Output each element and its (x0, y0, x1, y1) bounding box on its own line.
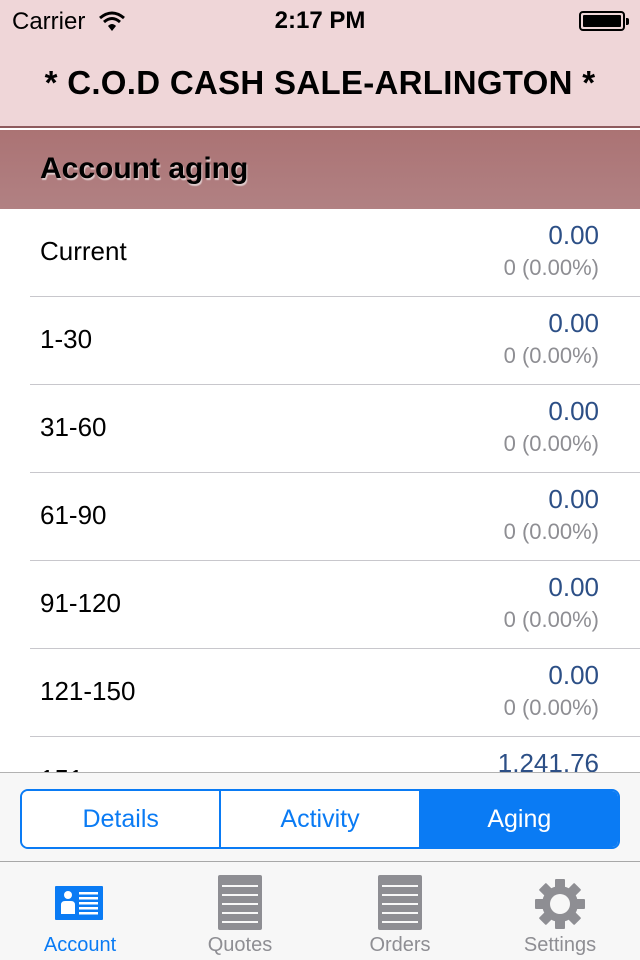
aging-row-1-30: 1-30 0.00 0 (0.00%) (0, 297, 640, 385)
tab-settings[interactable]: Settings (480, 862, 640, 960)
view-segmented-control[interactable]: Details Activity Aging (20, 789, 620, 849)
page-title: * C.O.D CASH SALE-ARLINGTON * (44, 64, 596, 101)
aging-row-151-plus: 151+ 1,241.76 (0, 737, 640, 772)
tab-bar: Account Quotes Orders Settings (0, 861, 640, 960)
bucket-amount: 0.00 (548, 220, 599, 250)
aging-row-31-60: 31-60 0.00 0 (0.00%) (0, 385, 640, 473)
tab-account[interactable]: Account (0, 862, 160, 960)
segment-toolbar: Details Activity Aging (0, 772, 640, 861)
section-title: Account aging (40, 152, 249, 185)
bucket-count: 0 (0.00%) (503, 695, 599, 720)
bucket-count: 0 (0.00%) (503, 431, 599, 456)
section-header: Account aging (0, 130, 640, 209)
bucket-label: 121-150 (40, 676, 136, 706)
notepad-icon (378, 875, 422, 930)
bucket-count: 0 (0.00%) (503, 343, 599, 368)
tab-label: Orders (369, 934, 431, 956)
bucket-amount: 0.00 (548, 572, 599, 602)
status-bar: Carrier 2:17 PM (0, 0, 640, 40)
bucket-count: 0 (0.00%) (503, 255, 599, 280)
bucket-label: 91-120 (40, 588, 121, 618)
notepad-icon (218, 875, 262, 930)
segment-details[interactable]: Details (22, 791, 222, 847)
tab-orders[interactable]: Orders (320, 862, 480, 960)
segment-activity[interactable]: Activity (221, 791, 421, 847)
bucket-count: 0 (0.00%) (503, 607, 599, 632)
bucket-amount: 0.00 (548, 308, 599, 338)
bucket-amount: 0.00 (548, 484, 599, 514)
bucket-label: 31-60 (40, 412, 107, 442)
aging-row-91-120: 91-120 0.00 0 (0.00%) (0, 561, 640, 649)
tab-label: Account (43, 934, 117, 956)
bucket-label: 151+ (40, 764, 99, 772)
tab-label: Settings (523, 934, 597, 956)
segment-aging[interactable]: Aging (420, 791, 618, 847)
tab-quotes[interactable]: Quotes (160, 862, 320, 960)
bucket-amount: 1,241.76 (497, 748, 599, 772)
aging-row-61-90: 61-90 0.00 0 (0.00%) (0, 473, 640, 561)
bucket-label: 61-90 (40, 500, 107, 530)
bucket-label: 1-30 (40, 324, 93, 354)
aging-row-121-150: 121-150 0.00 0 (0.00%) (0, 649, 640, 737)
gear-icon (535, 879, 585, 929)
aging-row-current: Current 0.00 0 (0.00%) (0, 209, 640, 297)
bucket-amount: 0.00 (548, 396, 599, 426)
bucket-count: 0 (0.00%) (503, 519, 599, 544)
clock: 2:17 PM (274, 7, 366, 34)
bucket-amount: 0.00 (548, 660, 599, 690)
bucket-label: Current (40, 236, 127, 266)
account-card-icon (55, 886, 103, 920)
aging-list[interactable]: Current 0.00 0 (0.00%) 1-30 0.00 0 (0.00… (0, 209, 640, 772)
navigation-bar: * C.O.D CASH SALE-ARLINGTON * (0, 40, 640, 128)
tab-label: Quotes (207, 934, 273, 956)
battery-icon (579, 11, 629, 31)
